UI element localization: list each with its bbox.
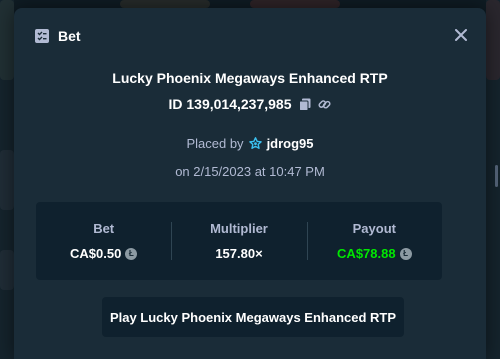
bet-id: ID 139,014,237,985 (168, 96, 292, 112)
modal-title: Bet (58, 28, 81, 44)
coin-icon: Ł (399, 247, 412, 260)
bet-id-row: ID 139,014,237,985 (14, 96, 486, 112)
bet-timestamp: on 2/15/2023 at 10:47 PM (175, 164, 325, 179)
stat-payout: Payout CA$78.88 Ł (306, 202, 442, 280)
link-icon (318, 99, 331, 109)
multiplier-value: 157.80× (215, 246, 263, 261)
bet-stats-panel: Bet CA$0.50 Ł Multiplier 157.80× Payout … (36, 202, 442, 280)
multiplier-label: Multiplier (210, 221, 268, 236)
payout-amount-value: CA$78.88 (337, 246, 396, 261)
bet-amount-value: CA$0.50 (70, 246, 122, 261)
payout-amount: CA$78.88 Ł (337, 246, 412, 261)
background-game-tile (0, 250, 14, 290)
background-game-tile (486, 0, 500, 80)
background-game-tile (250, 0, 340, 8)
bet-amount: CA$0.50 Ł (70, 246, 138, 261)
background-game-tile (0, 150, 14, 210)
background-game-tile (120, 0, 210, 8)
modal-header: Bet (34, 28, 81, 44)
bet-ticket-icon (34, 28, 50, 44)
placed-by-row: Placed by jdrog95 (14, 136, 486, 151)
coin-icon: Ł (125, 247, 138, 260)
page-scrollbar[interactable] (495, 165, 498, 187)
stat-bet: Bet CA$0.50 Ł (36, 202, 171, 280)
placed-by-label: Placed by (186, 136, 244, 151)
stat-multiplier: Multiplier 157.80× (171, 202, 306, 280)
copy-bet-id-button[interactable] (298, 97, 312, 111)
username-link[interactable]: jdrog95 (267, 136, 314, 151)
star-badge-icon (248, 137, 262, 150)
close-icon (455, 29, 467, 41)
bet-details-modal: Bet Lucky Phoenix Megaways Enhanced RTP … (14, 8, 486, 359)
share-link-button[interactable] (318, 97, 332, 111)
game-name: Lucky Phoenix Megaways Enhanced RTP (112, 70, 388, 86)
close-button[interactable] (452, 26, 470, 44)
copy-icon (298, 98, 310, 111)
bet-label: Bet (93, 221, 115, 236)
payout-label: Payout (352, 221, 396, 236)
background-game-tile (0, 0, 14, 80)
play-game-button[interactable]: Play Lucky Phoenix Megaways Enhanced RTP (102, 297, 404, 337)
